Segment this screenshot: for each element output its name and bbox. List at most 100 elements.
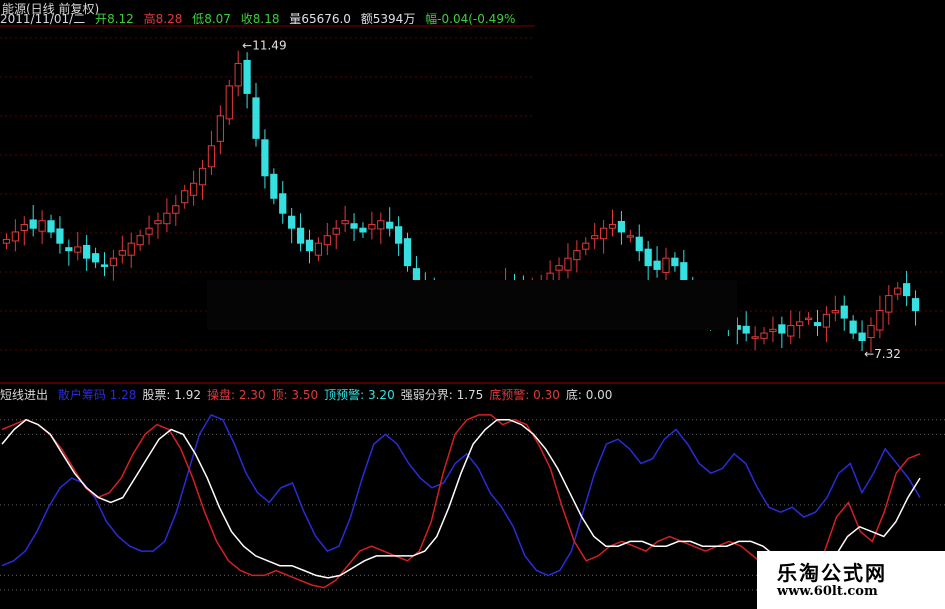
- candle-body: [2, 238, 11, 244]
- legend-item: 操盘: 2.30: [207, 388, 266, 402]
- legend-item: 股票: 1.92: [142, 388, 201, 402]
- candle-body: [350, 223, 358, 229]
- candle-body: [787, 325, 795, 337]
- candle-body: [831, 310, 839, 314]
- candle-body: [564, 257, 572, 271]
- candle-body: [109, 257, 118, 267]
- candle-body: [198, 167, 207, 186]
- candle-body: [296, 227, 305, 244]
- legend-item-label: 顶预警:: [324, 388, 368, 402]
- high-label: 高: [143, 12, 156, 26]
- candle-body: [751, 336, 759, 339]
- candle-body: [20, 223, 28, 231]
- candle-body: [662, 257, 670, 273]
- amount-label: 额: [360, 12, 373, 26]
- candle-body: [154, 220, 162, 225]
- candle-body: [83, 244, 91, 259]
- close-label: 收: [240, 12, 253, 26]
- candle-body: [742, 325, 750, 334]
- candle-body: [270, 173, 278, 199]
- candle-body: [813, 322, 822, 327]
- candle-body: [261, 139, 269, 177]
- candle-body: [680, 262, 688, 282]
- candle-body: [894, 287, 902, 295]
- legend-item-value: 1.92: [174, 388, 201, 402]
- candle-body: [386, 221, 394, 229]
- candle-body: [903, 283, 911, 297]
- legend-item-label: 底:: [565, 388, 586, 402]
- candle-body: [305, 239, 314, 252]
- legend-item-label: 操盘:: [206, 388, 239, 402]
- open-value: 8.12: [107, 12, 134, 26]
- candle-body: [145, 227, 153, 235]
- candle-body: [332, 227, 340, 235]
- volume-value: 65676.0: [301, 12, 351, 26]
- candle-body: [163, 212, 171, 225]
- candle-body: [91, 253, 100, 263]
- candle-body: [100, 264, 109, 267]
- masked-region: [207, 280, 737, 330]
- legend-item-value: 3.50: [291, 388, 319, 402]
- candle-body: [47, 220, 55, 233]
- candle-body: [617, 220, 626, 233]
- close-value: 8.18: [252, 12, 280, 26]
- legend-item: 底: 0.00: [566, 388, 613, 402]
- legend-item-label: 底预警:: [489, 388, 534, 402]
- candle-body: [412, 268, 421, 282]
- candle-body: [136, 235, 144, 246]
- quote-line: 2011/11/01/二 开8.12 高8.28 低8.07 收8.18 量65…: [0, 10, 521, 27]
- candle-body: [760, 332, 768, 339]
- candle-body: [207, 145, 216, 168]
- candle-body: [118, 250, 126, 256]
- candle-body: [314, 242, 323, 256]
- candle-body: [279, 193, 287, 214]
- low-value: 8.07: [204, 12, 231, 26]
- legend-item-value: 0.30: [533, 388, 560, 402]
- legend-item-value: 2.30: [238, 388, 266, 402]
- candle-body: [65, 247, 73, 252]
- candle-body: [172, 205, 180, 214]
- candle-body: [849, 320, 857, 334]
- candle-body: [778, 324, 786, 334]
- candle-body: [671, 257, 679, 267]
- legend-item-value: 1.75: [456, 388, 484, 402]
- change-value: -0.04(-0.49%: [437, 12, 516, 26]
- legend-item-label: 股票:: [142, 388, 175, 402]
- candle-body: [29, 219, 37, 229]
- masked-region: [535, 0, 945, 140]
- candle-body: [368, 223, 376, 230]
- legend-item-label: 散户筹码: [57, 388, 110, 402]
- legend-item: 顶预警: 3.20: [324, 388, 395, 402]
- stock-chart-window: ←11.49 ←7.32 能源(日线 前复权) 2011/11/01/二 开8.1…: [0, 0, 945, 609]
- candle-body: [394, 226, 403, 244]
- candle-body: [876, 310, 884, 331]
- candle-body: [822, 313, 831, 328]
- candle-body: [804, 317, 813, 321]
- candle-body: [56, 228, 64, 244]
- candle-body: [403, 238, 412, 267]
- indicator-name: 短线进出: [0, 388, 49, 402]
- legend-item: 强弱分界: 1.75: [401, 388, 484, 402]
- candle-body: [591, 235, 599, 240]
- high-price-label: ←11.49: [242, 39, 286, 53]
- legend-item-value: 1.28: [109, 388, 137, 402]
- legend-item-label: 顶:: [271, 388, 292, 402]
- candle-body: [181, 190, 189, 204]
- candle-body: [359, 227, 367, 233]
- legend-item-value: 0.00: [585, 388, 613, 402]
- volume-label: 量: [289, 12, 302, 26]
- indicator-legend: 短线进出 散户筹码 1.28 股票: 1.92 操盘: 2.30 顶: 3.50 顶预警…: [0, 386, 624, 403]
- legend-item: 散户筹码 1.28: [58, 388, 137, 402]
- candle-body: [74, 246, 82, 253]
- low-price-label: ←7.32: [864, 347, 901, 361]
- candle-body: [555, 265, 563, 271]
- candle-body: [288, 215, 296, 229]
- candle-body: [225, 85, 233, 120]
- legend-item: 顶: 3.50: [272, 388, 319, 402]
- legend-item-value: 3.20: [367, 388, 395, 402]
- high-value: 8.28: [155, 12, 183, 26]
- candle-body: [796, 321, 804, 327]
- low-label: 低: [192, 12, 205, 26]
- candle-body: [867, 325, 875, 339]
- candle-body: [341, 220, 349, 225]
